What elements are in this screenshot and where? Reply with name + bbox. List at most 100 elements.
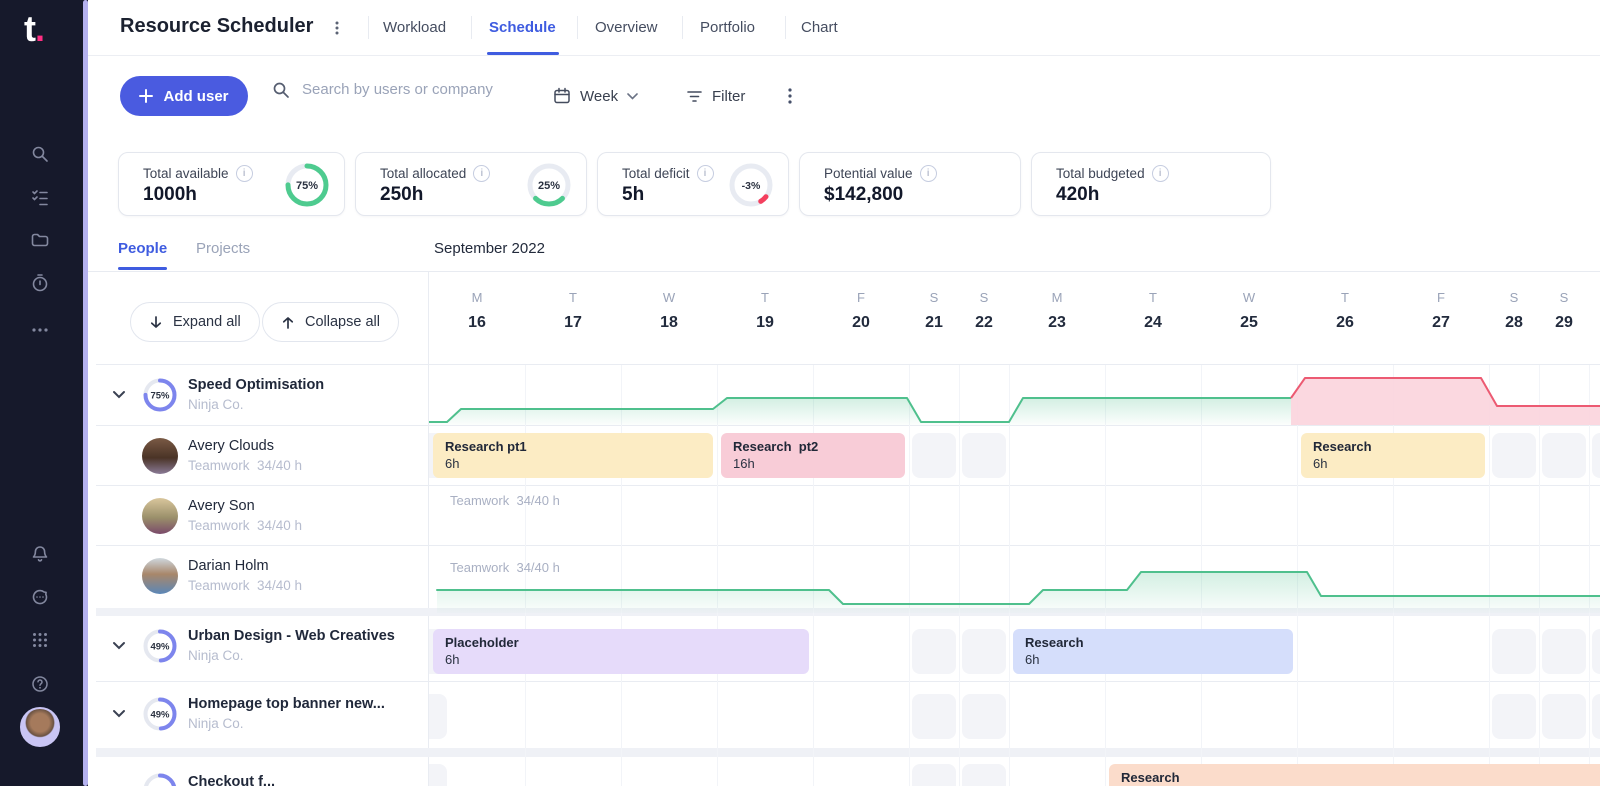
tab-workload[interactable]: Workload [383, 19, 446, 36]
search-icon[interactable] [30, 144, 50, 164]
info-icon[interactable]: i [236, 165, 253, 182]
column-gridline [1105, 365, 1106, 786]
weekend-cell [1492, 694, 1536, 739]
info-icon[interactable]: i [1152, 165, 1169, 182]
weekend-cell [1592, 433, 1600, 478]
add-user-button[interactable]: Add user [120, 76, 248, 116]
sidebar-scrollbar[interactable] [83, 0, 88, 786]
card-value: 250h [380, 184, 423, 206]
allocation-bar[interactable]: Placeholder 6h [433, 629, 809, 674]
day-header: W18 [621, 290, 717, 332]
person-workload: Teamwork 34/40 h [188, 518, 302, 533]
utilization-ring: 49% [142, 628, 178, 664]
svg-text:25%: 25% [538, 180, 560, 192]
info-icon[interactable]: i [473, 165, 490, 182]
filter-button[interactable]: Filter [686, 80, 745, 112]
weekend-cell [1542, 433, 1586, 478]
svg-text:49%: 49% [150, 710, 170, 721]
chat-support-icon[interactable] [30, 587, 50, 607]
chevron-down-icon[interactable] [112, 709, 126, 719]
tab-projects[interactable]: Projects [196, 240, 250, 257]
allocation-bar[interactable]: Research pt2 16h [721, 433, 905, 478]
project-name[interactable]: Homepage top banner new... [188, 696, 385, 712]
day-header-weekend: S22 [959, 290, 1009, 332]
row-divider [96, 485, 1600, 486]
avatar[interactable] [142, 498, 178, 534]
tab-divider [471, 16, 472, 39]
person-name[interactable]: Avery Clouds [188, 438, 274, 454]
person-name[interactable]: Avery Son [188, 498, 255, 514]
tab-schedule[interactable]: Schedule [489, 19, 556, 36]
chevron-down-icon[interactable] [112, 641, 126, 651]
weekend-cell [1492, 629, 1536, 674]
weekend-cell [1592, 694, 1600, 739]
expand-all-button[interactable]: Expand all [130, 302, 260, 342]
avatar[interactable] [142, 438, 178, 474]
collapse-all-button[interactable]: Collapse all [262, 302, 399, 342]
user-avatar[interactable] [20, 707, 60, 747]
plus-icon [139, 89, 153, 103]
person-name[interactable]: Darian Holm [188, 558, 269, 574]
column-gridline [1589, 365, 1590, 786]
card-value: $142,800 [824, 184, 903, 206]
card-value: 420h [1056, 184, 1099, 206]
card-total-deficit: Total deficiti 5h -3% [597, 152, 789, 216]
allocation-bar[interactable]: Research 6h [1301, 433, 1485, 478]
weekend-cell [962, 764, 1006, 786]
allocation-bar[interactable]: Research 6h [1013, 629, 1293, 674]
project-name[interactable]: Urban Design - Web Creatives [188, 628, 395, 644]
tab-divider [368, 16, 369, 39]
weekend-cell [962, 433, 1006, 478]
tab-people[interactable]: People [118, 240, 167, 257]
tab-chart[interactable]: Chart [801, 19, 838, 36]
column-gridline [959, 365, 960, 786]
column-gridline [621, 365, 622, 786]
day-header: T19 [717, 290, 813, 332]
project-name[interactable]: Checkout f... [188, 774, 275, 786]
card-total-allocated: Total allocatedi 250h 25% [355, 152, 587, 216]
sidebar: t. [0, 0, 88, 786]
project-name[interactable]: Speed Optimisation [188, 377, 324, 393]
more-icon[interactable] [30, 320, 50, 340]
column-gridline [1489, 365, 1490, 786]
period-selector[interactable]: Week [553, 80, 638, 112]
search-input[interactable] [300, 80, 544, 99]
chevron-down-icon[interactable] [112, 390, 126, 400]
allocation-bar[interactable]: Research [1109, 764, 1600, 786]
tab-overview[interactable]: Overview [595, 19, 658, 36]
progress-ring: 25% [526, 162, 572, 208]
svg-text:-3%: -3% [742, 180, 761, 192]
app-logo[interactable]: t. [24, 8, 44, 50]
column-gridline [813, 365, 814, 786]
apps-grid-icon[interactable] [30, 630, 50, 650]
info-icon[interactable]: i [920, 165, 937, 182]
tab-portfolio[interactable]: Portfolio [700, 19, 755, 36]
timer-icon[interactable] [30, 273, 50, 293]
person-workload: Teamwork 34/40 h [188, 458, 302, 473]
person-workload: Teamwork 34/40 h [188, 578, 302, 593]
day-header: T17 [525, 290, 621, 332]
weekend-cell [1542, 629, 1586, 674]
day-header: F27 [1393, 290, 1489, 332]
notifications-bell-icon[interactable] [30, 544, 50, 564]
help-icon[interactable] [30, 674, 50, 694]
card-potential-value: Potential valuei $142,800 [799, 152, 1021, 216]
project-company: Ninja Co. [188, 648, 244, 663]
allocation-bar[interactable]: Research pt1 6h [433, 433, 713, 478]
day-header: T26 [1297, 290, 1393, 332]
day-header: W25 [1201, 290, 1297, 332]
month-label: September 2022 [434, 240, 545, 257]
search-icon [272, 81, 290, 99]
avatar[interactable] [142, 558, 178, 594]
title-kebab-icon[interactable] [330, 18, 344, 43]
tasks-checklist-icon[interactable] [30, 187, 50, 207]
column-gridline [717, 365, 718, 786]
row-divider [96, 545, 1600, 546]
resource-scheduler-app: t. Resource Scheduler [0, 0, 1600, 786]
toolbar-kebab-icon[interactable] [783, 86, 797, 111]
info-icon[interactable]: i [697, 165, 714, 182]
projects-folder-icon[interactable] [30, 230, 50, 250]
card-total-available: Total availablei 1000h 75% [118, 152, 345, 216]
day-header-weekend: S28 [1489, 290, 1539, 332]
row-workload-label: Teamwork 34/40 h [450, 560, 560, 575]
